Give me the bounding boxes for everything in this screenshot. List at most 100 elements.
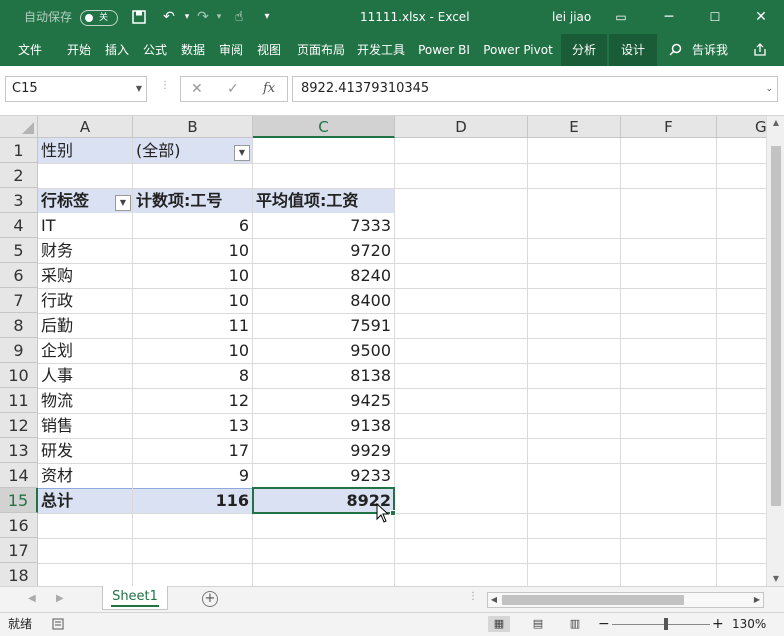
scroll-right-icon[interactable]: ▶ [751,593,763,607]
row-header[interactable]: 8 [0,313,38,338]
row-header[interactable]: 13 [0,438,38,463]
maximize-icon[interactable]: ☐ [706,8,724,26]
close-icon[interactable]: ✕ [752,8,770,26]
row-header[interactable]: 10 [0,363,38,388]
next-sheet-icon[interactable]: ▶ [56,587,64,611]
filter-label-cell[interactable]: 性别 [38,138,132,163]
insert-function-icon[interactable]: fx [263,77,275,101]
minimize-icon[interactable]: ─ [660,8,678,26]
tab-power-bi[interactable]: Power BI [414,34,474,66]
column-header-b[interactable]: B [133,116,253,138]
ribbon-display-icon[interactable]: ▭ [612,8,630,26]
split-handle-icon[interactable]: ⋮ [468,591,478,602]
row-header[interactable]: 2 [0,163,38,188]
pivot-row-label[interactable]: 资材 [38,463,132,488]
tab-developer[interactable]: 开发工具 [352,34,410,66]
zoom-in-icon[interactable]: + [712,613,724,635]
scroll-left-icon[interactable]: ◀ [488,593,500,607]
pivot-row-label[interactable]: 物流 [38,388,132,413]
expand-formula-icon[interactable]: ⌄ [765,77,773,101]
pivot-row-label[interactable]: 行政 [38,288,132,313]
fill-handle[interactable] [390,510,396,516]
pivot-row-label[interactable]: IT [38,213,132,238]
horizontal-scrollbar[interactable]: ◀ ▶ [487,592,764,608]
row-header[interactable]: 15 [0,488,38,513]
zoom-out-icon[interactable]: − [598,613,610,635]
pivot-avg-value[interactable]: 7333 [253,213,394,238]
pivot-count-value[interactable]: 6 [133,213,252,238]
tell-me-search[interactable]: 告诉我 [688,34,732,66]
pivot-avg-value[interactable]: 9425 [253,388,394,413]
vertical-scroll-thumb[interactable] [771,146,781,506]
row-header[interactable]: 6 [0,263,38,288]
pivot-count-value[interactable]: 8 [133,363,252,388]
row-header[interactable]: 12 [0,413,38,438]
zoom-slider-thumb[interactable] [664,618,668,630]
row-header[interactable]: 17 [0,538,38,563]
filter-value-cell[interactable]: (全部) [133,138,233,163]
tab-view[interactable]: 视图 [252,34,286,66]
row-header[interactable]: 9 [0,338,38,363]
column-header-f[interactable]: F [621,116,717,138]
prev-sheet-icon[interactable]: ◀ [28,587,36,611]
add-sheet-icon[interactable]: + [202,591,218,607]
pivot-row-label[interactable]: 研发 [38,438,132,463]
macro-record-icon[interactable] [52,613,64,636]
row-header[interactable]: 16 [0,513,38,538]
pivot-avg-header[interactable]: 平均值项:工资 [253,188,394,213]
tab-insert[interactable]: 插入 [100,34,134,66]
horizontal-scroll-thumb[interactable] [502,595,684,605]
row-header[interactable]: 14 [0,463,38,488]
pivot-count-value[interactable]: 10 [133,338,252,363]
pivot-row-label[interactable]: 人事 [38,363,132,388]
row-label-filter-icon[interactable]: ▼ [115,195,131,211]
name-box[interactable]: C15 ▼ [5,76,147,102]
row-header[interactable]: 3 [0,188,38,213]
tab-analyze[interactable]: 分析 [561,34,607,66]
zoom-slider[interactable] [612,624,710,625]
row-header[interactable]: 1 [0,138,38,163]
sheet-tab-sheet1[interactable]: Sheet1 [102,586,168,610]
row-header[interactable]: 7 [0,288,38,313]
user-name[interactable]: lei jiao [552,0,591,34]
pivot-count-header[interactable]: 计数项:工号 [133,188,252,213]
pivot-count-value[interactable]: 12 [133,388,252,413]
pivot-avg-value[interactable]: 8138 [253,363,394,388]
tab-design[interactable]: 设计 [609,34,657,66]
page-layout-view-icon[interactable]: ▤ [527,616,549,632]
column-header-e[interactable]: E [528,116,621,138]
pivot-avg-value[interactable]: 9500 [253,338,394,363]
normal-view-icon[interactable]: ▦ [488,616,510,632]
row-header[interactable]: 11 [0,388,38,413]
tab-page-layout[interactable]: 页面布局 [292,34,350,66]
row-header[interactable]: 5 [0,238,38,263]
pivot-avg-value[interactable]: 8400 [253,288,394,313]
autosave-toggle[interactable]: 关 [80,10,118,26]
pivot-count-value[interactable]: 10 [133,288,252,313]
tab-home[interactable]: 开始 [62,34,96,66]
pivot-avg-value[interactable]: 9138 [253,413,394,438]
formula-input[interactable]: 8922.41379310345 ⌄ [292,76,778,102]
pivot-row-label[interactable]: 销售 [38,413,132,438]
pivot-count-value[interactable]: 11 [133,313,252,338]
pivot-avg-value[interactable]: 8240 [253,263,394,288]
scroll-up-icon[interactable]: ▲ [767,116,784,130]
chevron-down-icon[interactable]: ▼ [136,77,142,101]
pivot-count-value[interactable]: 13 [133,413,252,438]
pivot-total-count[interactable]: 116 [133,488,252,513]
column-header-g[interactable]: G [717,116,766,138]
column-header-c[interactable]: C [253,116,395,138]
row-header[interactable]: 18 [0,563,38,586]
redo-dropdown-icon[interactable]: ▾ [210,8,228,26]
share-icon[interactable] [752,34,768,66]
pivot-row-label-header[interactable]: 行标签 [38,188,118,213]
filter-dropdown-icon[interactable]: ▼ [234,145,250,161]
pivot-avg-value[interactable]: 9720 [253,238,394,263]
tab-power-pivot[interactable]: Power Pivot [478,34,558,66]
pivot-count-value[interactable]: 10 [133,263,252,288]
save-icon[interactable] [130,8,148,26]
customize-qat-icon[interactable]: ▾ [258,8,276,26]
pivot-avg-value[interactable]: 9233 [253,463,394,488]
pivot-count-value[interactable]: 9 [133,463,252,488]
page-break-view-icon[interactable]: ▥ [564,616,586,632]
